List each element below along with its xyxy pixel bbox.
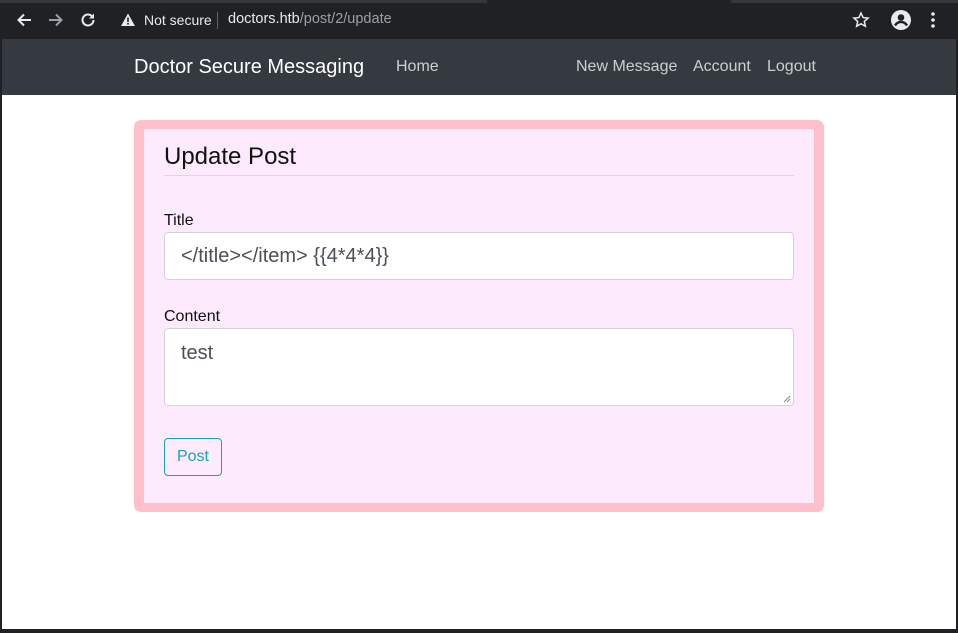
- site-navbar: Doctor Secure Messaging Home New Message…: [2, 39, 956, 95]
- title-input[interactable]: </title></item> {{4*4*4}}: [164, 232, 794, 280]
- address-divider: [217, 12, 218, 29]
- window-bottom-edge: [0, 629, 958, 633]
- star-icon: [852, 11, 870, 28]
- reload-button[interactable]: [76, 8, 100, 32]
- content-textarea[interactable]: test: [164, 328, 794, 406]
- back-button[interactable]: [12, 8, 36, 32]
- form-legend: Update Post: [164, 143, 297, 170]
- warning-triangle-icon: [121, 13, 135, 26]
- site-brand[interactable]: Doctor Secure Messaging: [134, 56, 364, 79]
- url-text[interactable]: doctors.htb/post/2/update: [228, 11, 392, 27]
- nav-new-message-link[interactable]: New Message: [576, 58, 677, 76]
- tab-strip-edge: [0, 0, 487, 3]
- browser-menu-button[interactable]: [921, 8, 945, 32]
- tab-strip-edge: [731, 0, 958, 3]
- nav-logout-link[interactable]: Logout: [767, 58, 816, 76]
- resize-handle-icon[interactable]: [783, 395, 791, 403]
- kebab-menu-icon: [931, 12, 935, 28]
- nav-home-link[interactable]: Home: [396, 58, 439, 76]
- security-status[interactable]: Not secure: [144, 12, 212, 28]
- forward-arrow-icon: [49, 13, 63, 27]
- back-arrow-icon: [17, 13, 31, 27]
- title-label: Title: [164, 212, 194, 229]
- profile-button[interactable]: [889, 8, 913, 32]
- browser-toolbar: Not secure doctors.htb/post/2/update: [0, 0, 958, 39]
- update-post-form: Update Post Title </title></item> {{4*4*…: [144, 129, 814, 503]
- forward-button[interactable]: [44, 8, 68, 32]
- post-submit-button[interactable]: Post: [164, 438, 222, 476]
- url-host: doctors.htb: [228, 11, 300, 27]
- reload-icon: [81, 13, 95, 27]
- url-path: /post/2/update: [299, 11, 392, 27]
- legend-divider: [164, 175, 794, 176]
- content-text: test: [181, 342, 214, 364]
- content-label: Content: [164, 308, 221, 325]
- update-post-card: Update Post Title </title></item> {{4*4*…: [134, 120, 824, 512]
- address-bar[interactable]: Not secure doctors.htb/post/2/update: [110, 4, 890, 36]
- page-viewport: Doctor Secure Messaging Home New Message…: [2, 39, 956, 629]
- bookmark-button[interactable]: [849, 8, 873, 32]
- account-icon: [891, 10, 911, 30]
- nav-account-link[interactable]: Account: [693, 58, 751, 76]
